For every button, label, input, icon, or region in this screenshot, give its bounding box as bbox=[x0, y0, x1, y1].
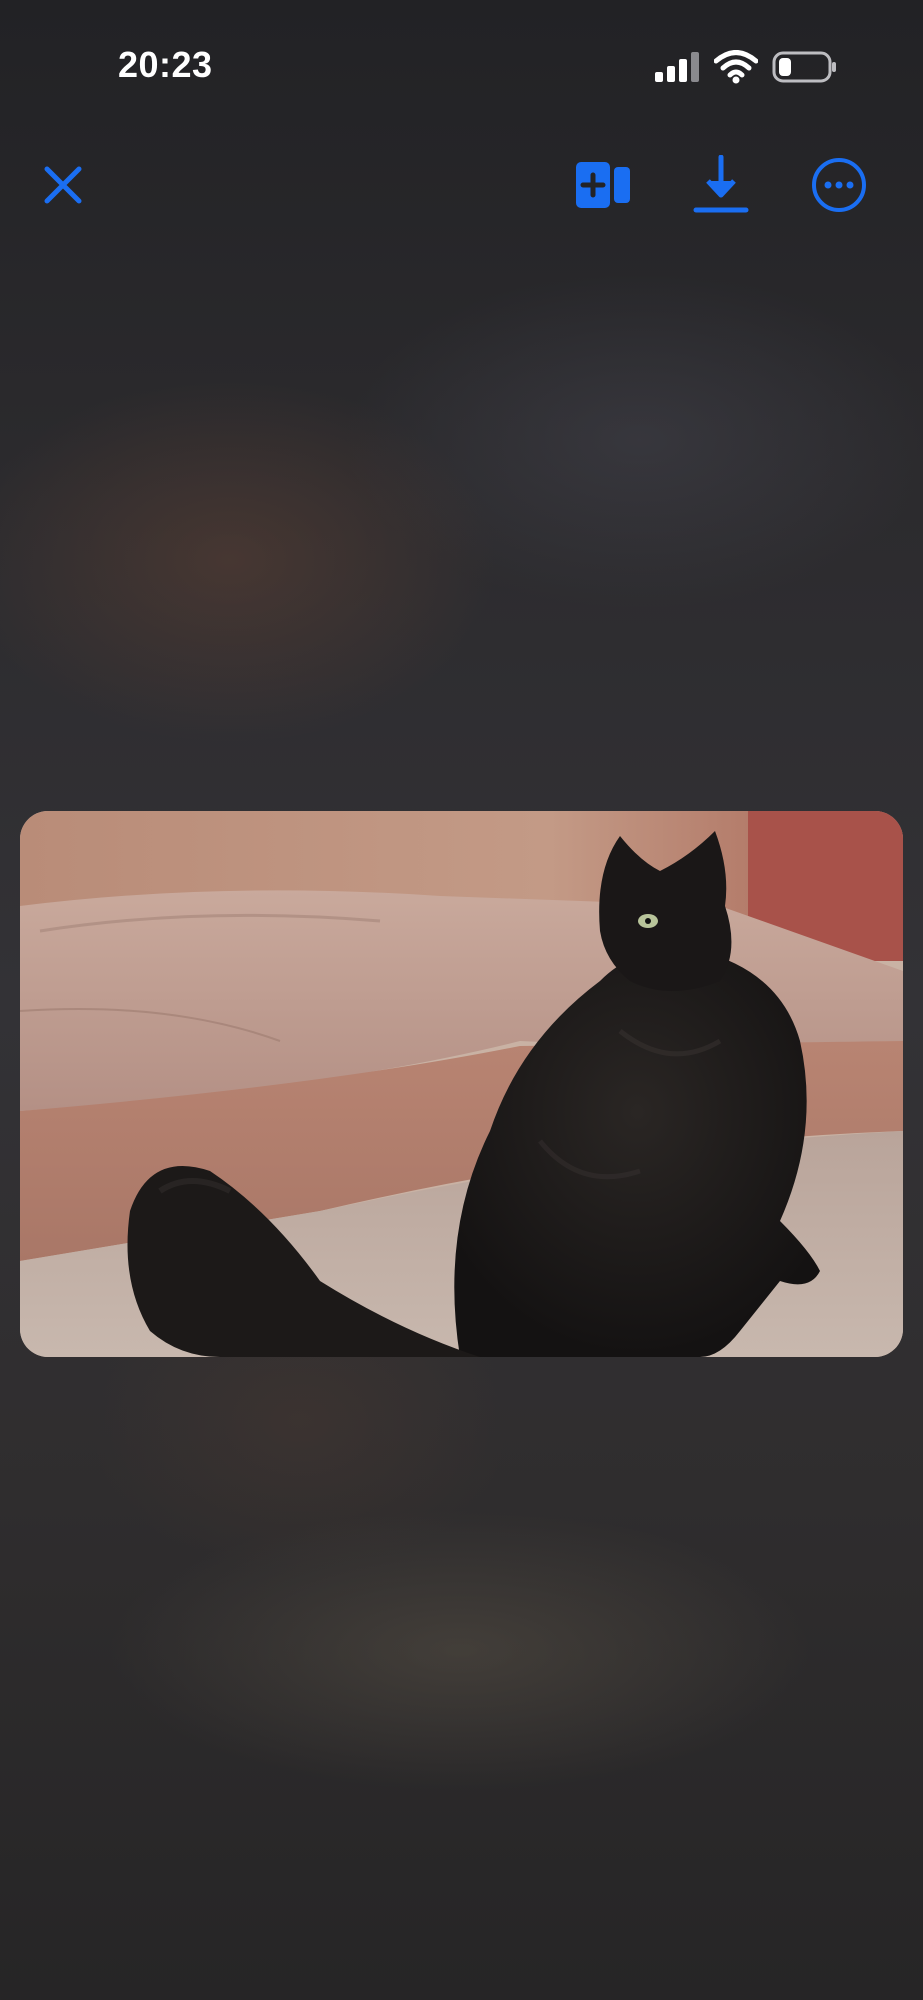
download-icon bbox=[693, 155, 749, 213]
battery-icon bbox=[772, 51, 836, 83]
viewer-toolbar bbox=[0, 140, 923, 230]
black-cat-photo[interactable] bbox=[20, 811, 903, 1357]
more-options-icon bbox=[812, 158, 866, 212]
wifi-icon bbox=[714, 50, 758, 84]
close-button[interactable] bbox=[30, 152, 96, 218]
add-to-album-button[interactable] bbox=[570, 152, 636, 218]
cellular-signal-icon bbox=[655, 52, 699, 82]
download-button[interactable] bbox=[688, 152, 754, 218]
add-to-album-icon bbox=[576, 162, 630, 208]
status-time: 20:23 bbox=[118, 44, 213, 85]
close-icon bbox=[44, 166, 82, 204]
photo-illustration bbox=[20, 811, 903, 1357]
more-options-button[interactable] bbox=[806, 152, 872, 218]
status-bar: 20:23 bbox=[0, 0, 923, 130]
